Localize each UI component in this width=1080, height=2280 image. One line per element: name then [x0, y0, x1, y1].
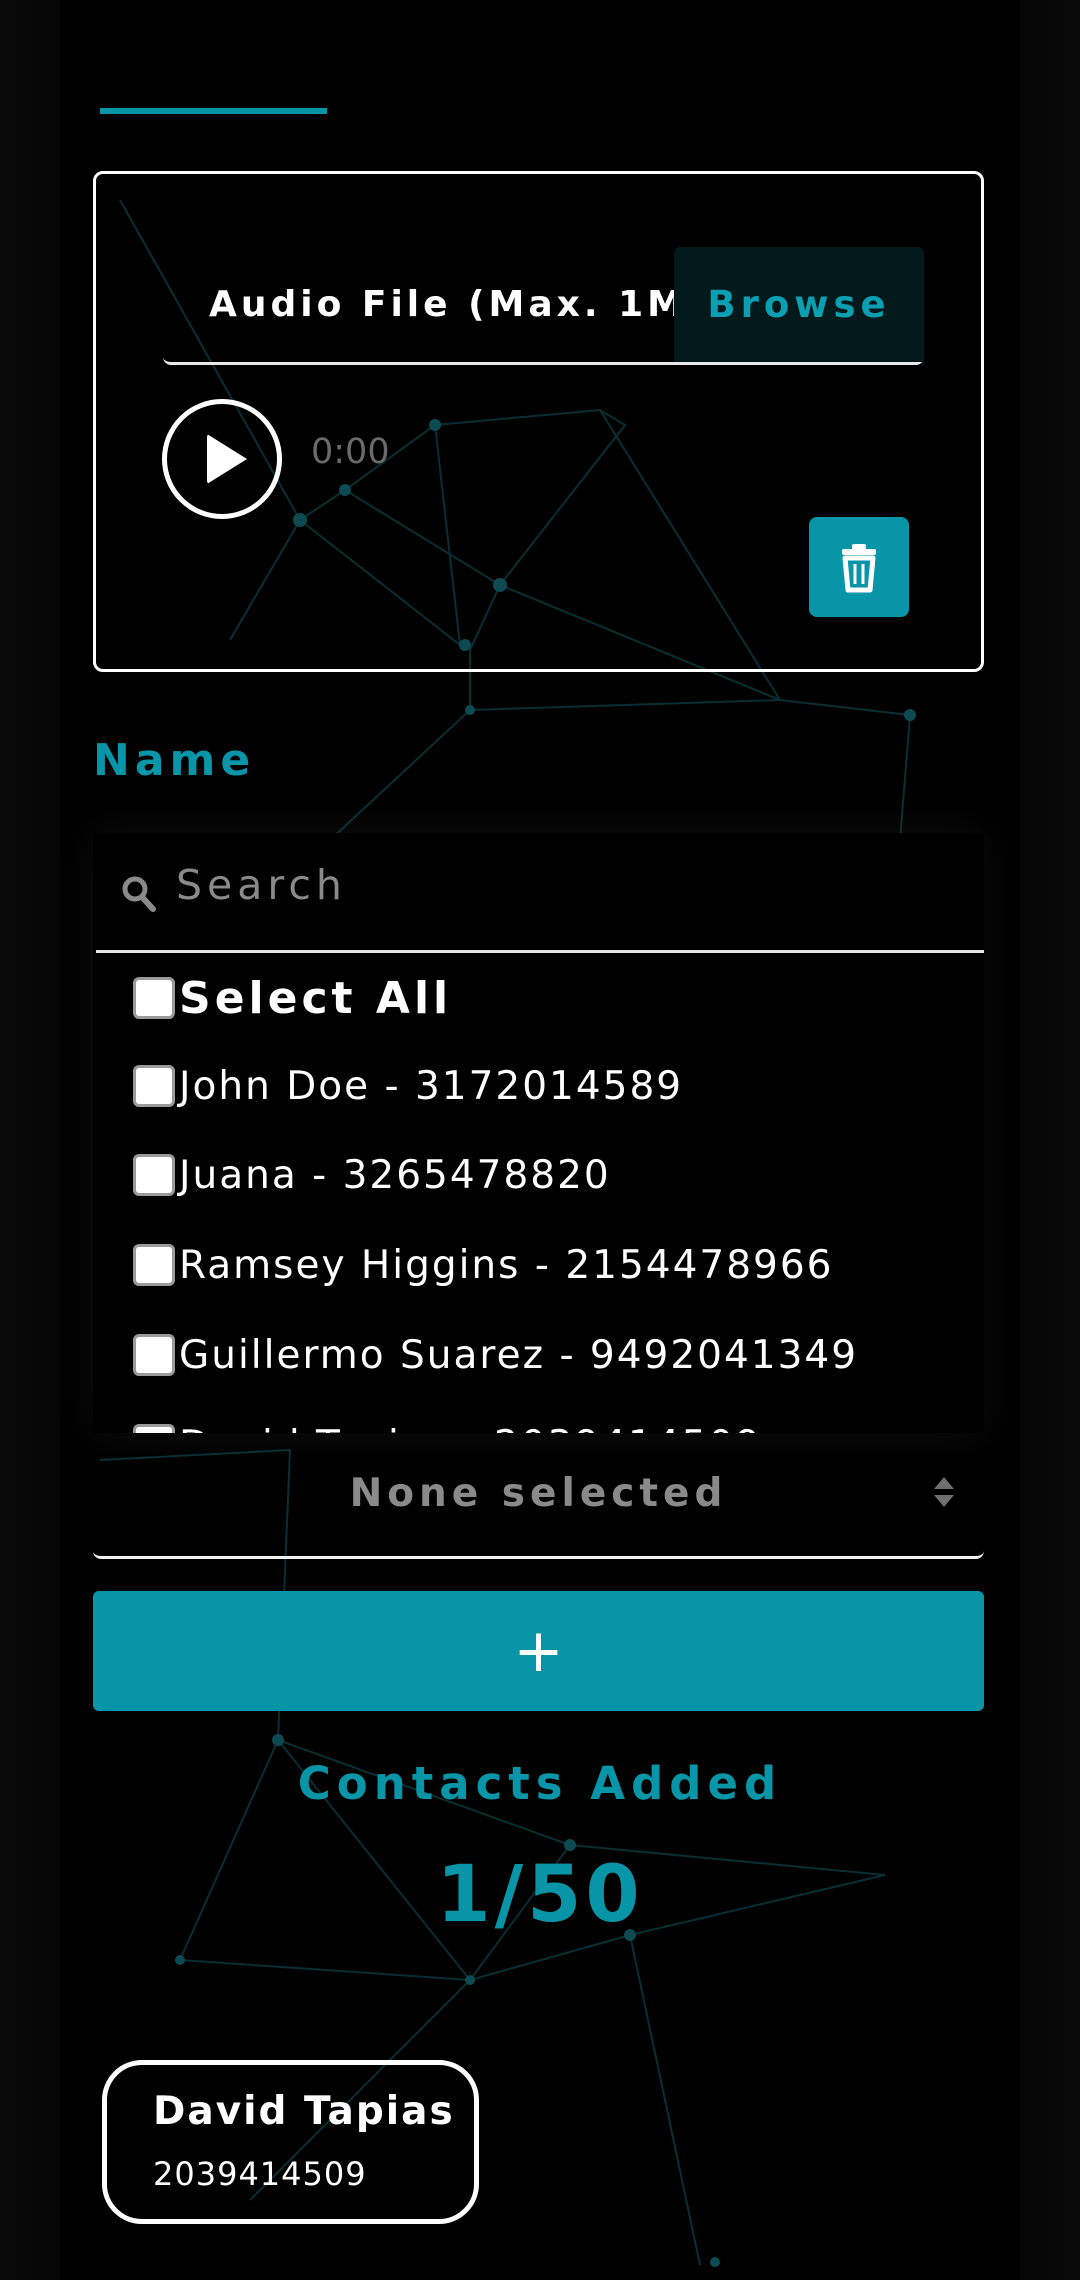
play-icon	[207, 434, 247, 484]
contact-phone: 2039414509	[153, 2155, 367, 2193]
option-checkbox[interactable]	[133, 1424, 175, 1433]
contacts-count: 1/50	[436, 1850, 644, 1940]
list-item[interactable]: David Tapias - 2039414509	[133, 1415, 762, 1433]
option-label: Juana - 3265478820	[179, 1152, 611, 1198]
audio-file-input[interactable]: Audio File (Max. 1MB) Browse	[163, 247, 924, 365]
option-label: Guillermo Suarez - 9492041349	[179, 1332, 859, 1378]
contact-card[interactable]: David Tapias 2039414509	[102, 2060, 479, 2224]
option-label: Ramsey Higgins - 2154478966	[179, 1242, 834, 1288]
contact-multiselect-dropdown: Search Select All John Doe - 3172014589 …	[93, 833, 984, 1433]
option-checkbox[interactable]	[133, 1244, 175, 1286]
audio-file-label: Audio File (Max. 1MB)	[209, 284, 739, 325]
option-checkbox[interactable]	[133, 1065, 175, 1107]
contacts-added-title: Contacts Added	[297, 1757, 783, 1810]
search-input[interactable]: Search	[96, 833, 984, 953]
audio-upload-card: Audio File (Max. 1MB) Browse 0:00	[93, 171, 984, 672]
list-item[interactable]: Ramsey Higgins - 2154478966	[133, 1235, 833, 1295]
list-item[interactable]: Juana - 3265478820	[133, 1145, 611, 1205]
list-item[interactable]: John Doe - 3172014589	[133, 1056, 683, 1116]
browse-button[interactable]: Browse	[674, 247, 924, 362]
add-contact-button[interactable]: +	[93, 1591, 984, 1711]
select-all-option[interactable]: Select All	[133, 968, 452, 1028]
sort-arrows-icon	[934, 1477, 954, 1507]
select-all-checkbox[interactable]	[133, 977, 175, 1019]
trash-icon	[842, 544, 876, 593]
option-checkbox[interactable]	[133, 1154, 175, 1196]
selected-summary: None selected	[349, 1471, 728, 1516]
list-item[interactable]: Guillermo Suarez - 9492041349	[133, 1325, 858, 1385]
contact-select[interactable]: None selected	[93, 1433, 984, 1559]
name-section-label: Name	[93, 735, 256, 786]
contact-name: David Tapias	[153, 2089, 455, 2134]
play-button[interactable]	[162, 399, 282, 519]
plus-icon: +	[513, 1616, 564, 1686]
search-placeholder: Search	[176, 861, 347, 909]
header-accent-line	[100, 108, 327, 114]
option-checkbox[interactable]	[133, 1334, 175, 1376]
search-icon	[122, 876, 156, 912]
select-all-label: Select All	[179, 972, 453, 1024]
delete-audio-button[interactable]	[809, 517, 909, 617]
option-label: John Doe - 3172014589	[179, 1063, 684, 1109]
option-label: David Tapias - 2039414509	[179, 1423, 762, 1434]
audio-time: 0:00	[311, 432, 390, 472]
